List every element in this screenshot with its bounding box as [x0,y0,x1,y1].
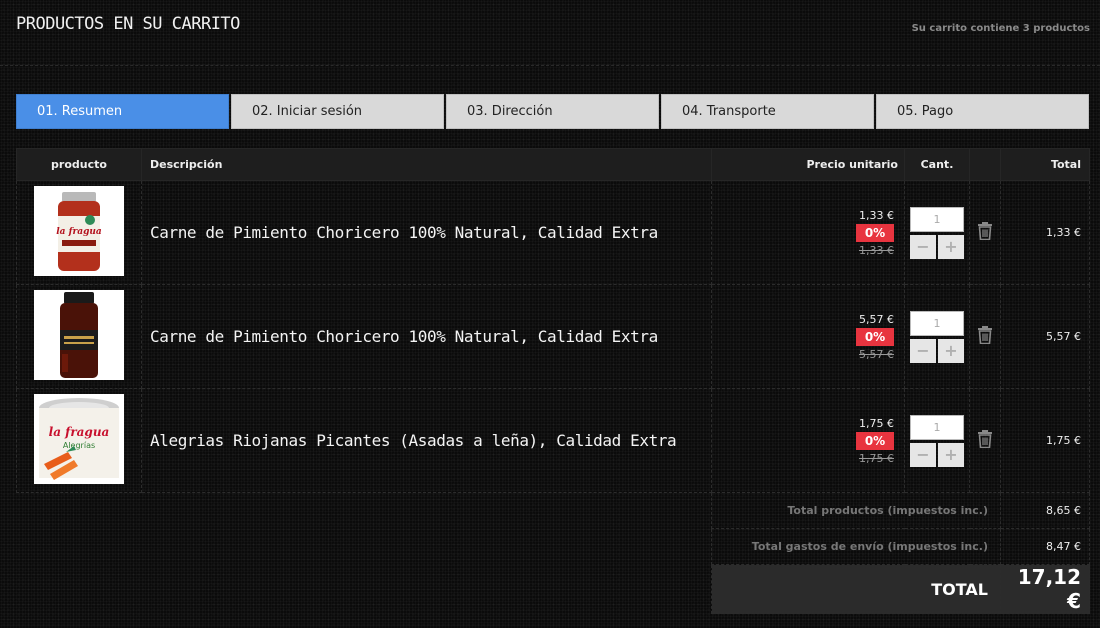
total-products-label: Total productos (impuestos inc.) [711,492,1001,529]
quantity-stepper: − + [910,310,964,363]
quantity-minus-button[interactable]: − [910,442,936,467]
can-brand-text: la fragua [49,425,110,439]
total-products-value: 8,65 € [1000,492,1090,529]
jar-brand-text: la fragua [56,227,102,237]
header-product: producto [16,148,142,181]
product-image-link[interactable]: la fragua Alegrías [34,393,124,484]
totals-products-row: Total productos (impuestos inc.) 8,65 € [17,492,1090,529]
checkout-steps: 01. Resumen 02. Iniciar sesión 03. Direc… [16,94,1089,129]
price-old: 1,33 € [859,243,894,257]
unit-price-cell: 5,57 € 0% 5,57 € [711,284,905,389]
table-row: Carne de Pimiento Choricero 100% Natural… [16,284,1090,389]
product-name[interactable]: Carne de Pimiento Choricero 100% Natural… [141,180,712,285]
header-quantity: Cant. [904,148,970,181]
unit-price-cell: 1,33 € 0% 1,33 € [711,180,905,285]
trash-icon[interactable] [977,221,993,240]
quantity-minus-button[interactable]: − [910,234,936,259]
price-old: 1,75 € [859,451,894,465]
step-summary[interactable]: 01. Resumen [16,94,229,129]
product-name[interactable]: Alegrias Riojanas Picantes (Asadas a leñ… [141,388,712,493]
header-unit-price: Precio unitario [711,148,905,181]
header-total: Total [1000,148,1090,181]
grand-total-value: 17,12 € [1000,564,1090,614]
quantity-plus-button[interactable]: + [938,442,964,467]
price-current: 1,75 € [859,416,894,430]
product-can-image: la fragua Alegrías [34,393,124,484]
line-total: 5,57 € [1000,284,1090,389]
trash-icon[interactable] [977,325,993,344]
product-jar-image [34,289,124,380]
price-current: 5,57 € [859,312,894,326]
trash-icon[interactable] [977,429,993,448]
product-name[interactable]: Carne de Pimiento Choricero 100% Natural… [141,284,712,389]
product-image-link[interactable] [34,289,124,380]
total-shipping-label: Total gastos de envío (impuestos inc.) [711,528,1001,565]
quantity-plus-button[interactable]: + [938,338,964,363]
quantity-input[interactable] [910,206,964,232]
line-total: 1,75 € [1000,388,1090,493]
can-product-text: Alegrías [63,441,95,450]
step-shipping[interactable]: 04. Transporte [661,94,874,129]
price-old: 5,57 € [859,347,894,361]
cart-table: producto Descripción Precio unitario Can… [16,148,1090,614]
quantity-plus-button[interactable]: + [938,234,964,259]
grand-total-label: TOTAL [711,564,1001,614]
quantity-stepper: − + [910,414,964,467]
product-jar-image: la fragua [34,185,124,276]
header-description: Descripción [141,148,712,181]
line-total: 1,33 € [1000,180,1090,285]
page-title: PRODUCTOS EN SU CARRITO [16,14,240,34]
discount-badge: 0% [856,223,894,242]
step-address[interactable]: 03. Dirección [446,94,659,129]
quantity-minus-button[interactable]: − [910,338,936,363]
quantity-input[interactable] [910,310,964,336]
price-current: 1,33 € [859,208,894,222]
unit-price-cell: 1,75 € 0% 1,75 € [711,388,905,493]
header-blank [969,148,1001,181]
quantity-stepper: − + [910,206,964,259]
page-header: PRODUCTOS EN SU CARRITO Su carrito conti… [0,0,1100,66]
discount-badge: 0% [856,431,894,450]
table-row: la fragua Carne de Pimiento Choricero 10… [16,180,1090,285]
discount-badge: 0% [856,327,894,346]
product-image-link[interactable]: la fragua [34,185,124,276]
total-shipping-value: 8,47 € [1000,528,1090,565]
cart-summary: Su carrito contiene 3 productos [911,23,1090,34]
table-row: la fragua Alegrías Alegrias Riojanas Pic… [16,388,1090,493]
quantity-input[interactable] [910,414,964,440]
step-login[interactable]: 02. Iniciar sesión [231,94,444,129]
step-payment[interactable]: 05. Pago [876,94,1089,129]
